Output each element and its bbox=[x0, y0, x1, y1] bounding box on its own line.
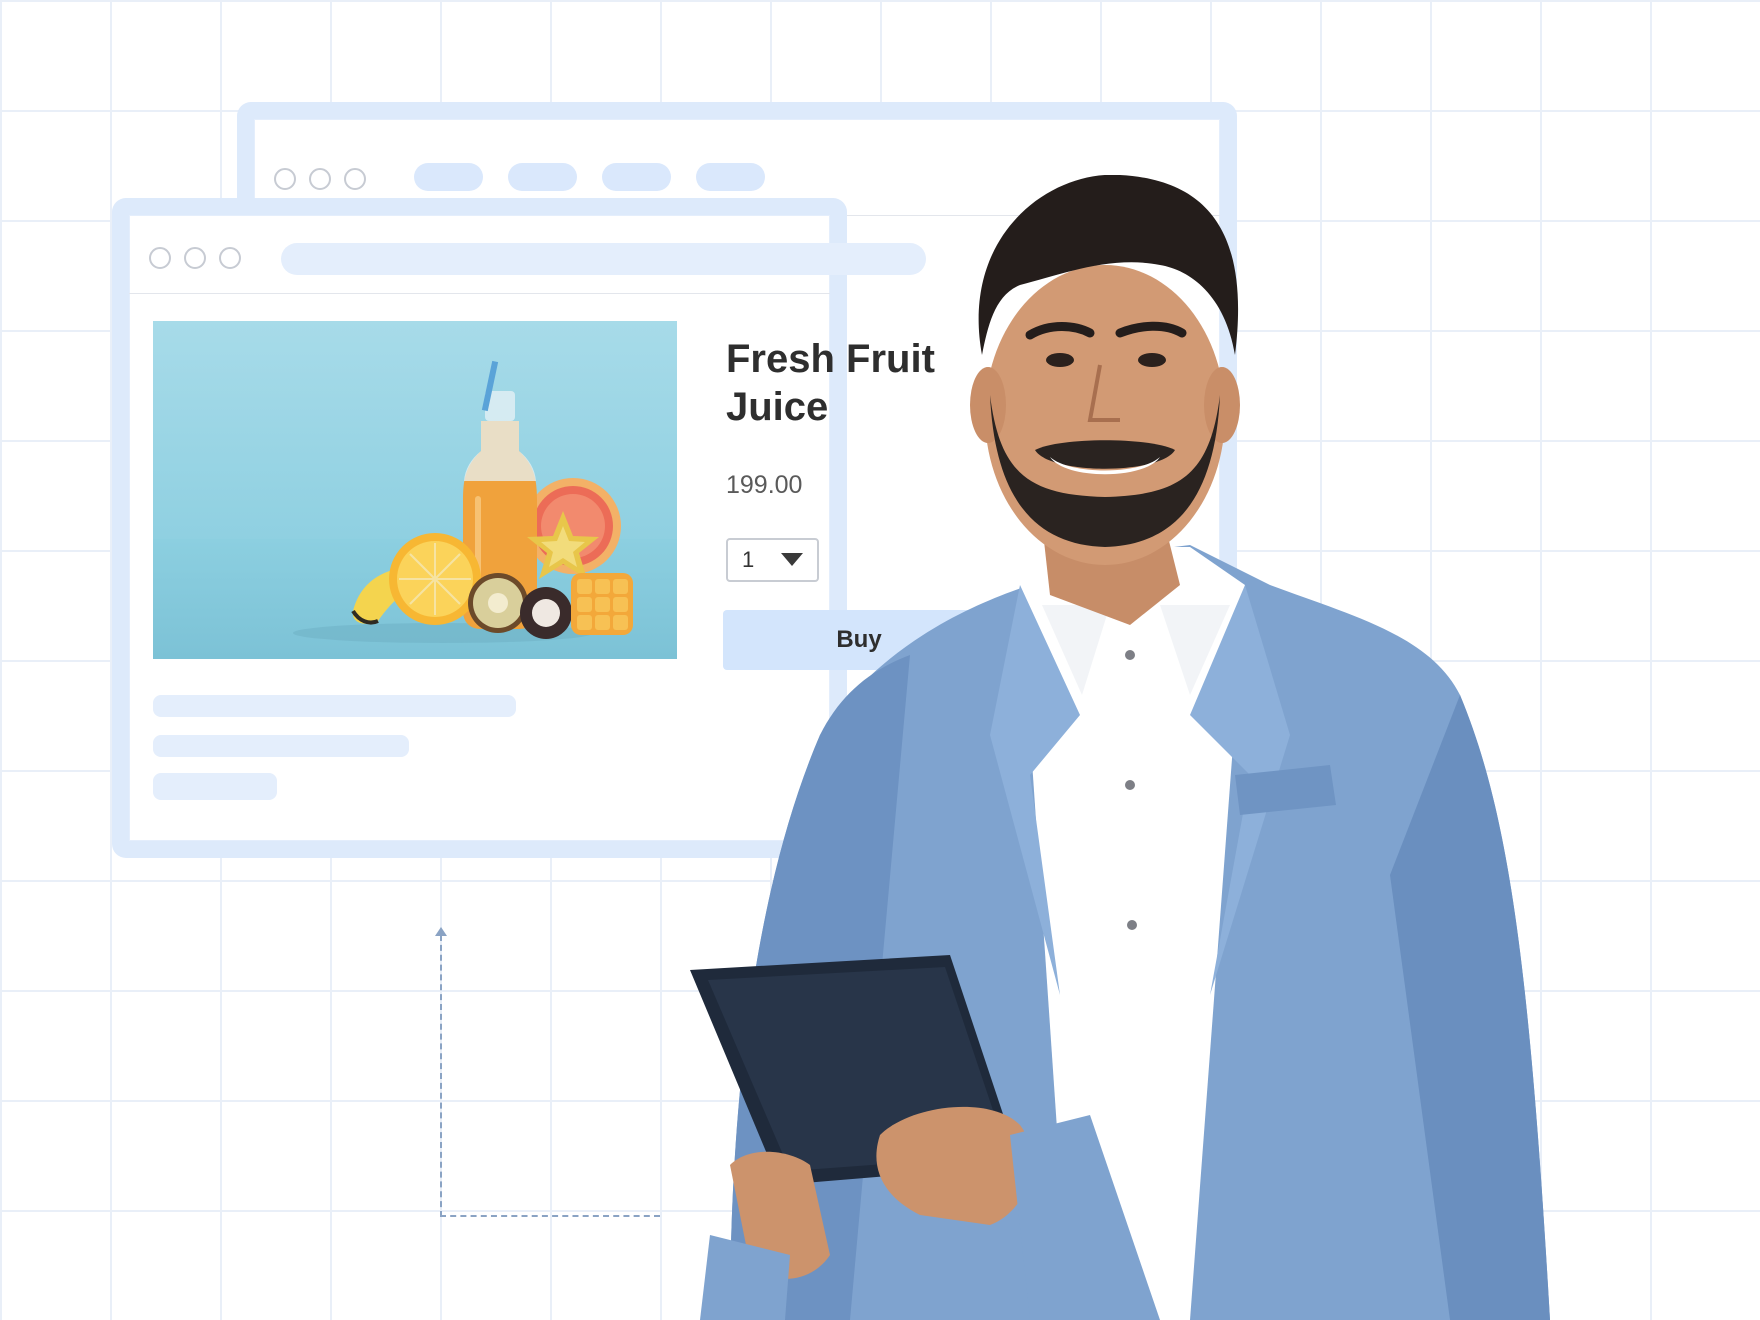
tab-placeholder[interactable] bbox=[414, 163, 483, 191]
window-controls bbox=[274, 168, 366, 190]
window-dot-icon[interactable] bbox=[219, 247, 241, 269]
arrow-up-icon bbox=[435, 927, 447, 936]
tab-placeholder[interactable] bbox=[602, 163, 671, 191]
description-placeholder-line bbox=[153, 735, 409, 757]
person-with-tablet-image bbox=[690, 175, 1550, 1320]
description-placeholder-line bbox=[153, 773, 277, 800]
fruit-juice-illustration bbox=[293, 360, 633, 643]
window-dot-icon[interactable] bbox=[184, 247, 206, 269]
window-dot-icon[interactable] bbox=[274, 168, 296, 190]
window-dot-icon[interactable] bbox=[344, 168, 366, 190]
window-dot-icon[interactable] bbox=[309, 168, 331, 190]
window-dot-icon[interactable] bbox=[149, 247, 171, 269]
dashed-connector-line bbox=[440, 935, 660, 1217]
tab-placeholder[interactable] bbox=[508, 163, 577, 191]
product-image bbox=[153, 321, 677, 659]
description-placeholder-line bbox=[153, 695, 516, 717]
window-controls bbox=[149, 247, 241, 269]
